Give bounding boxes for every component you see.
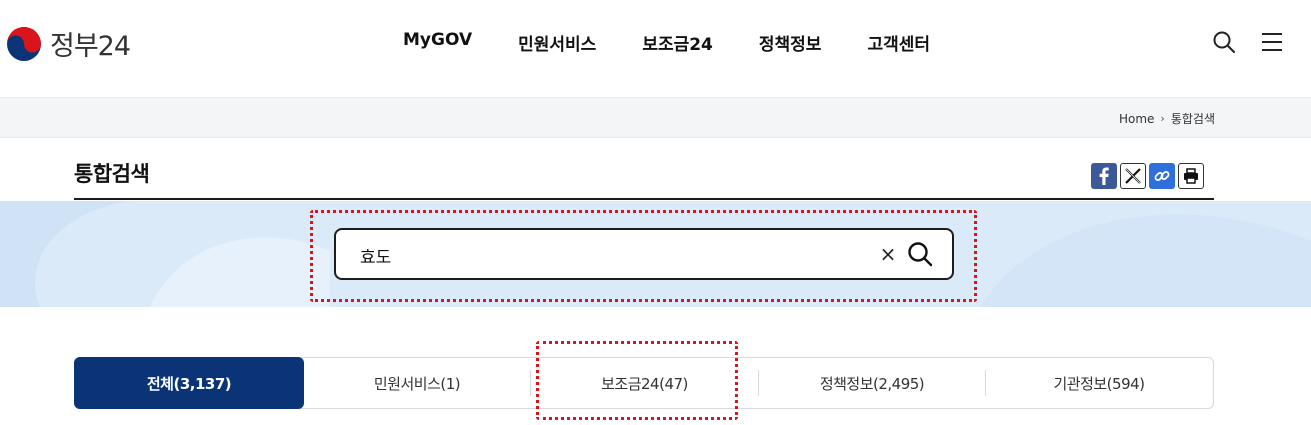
link-icon[interactable] [1149, 163, 1175, 189]
search-icon[interactable] [1212, 30, 1236, 54]
breadcrumb-bar: Home › 통합검색 [0, 97, 1311, 138]
taegeuk-logo-icon [7, 26, 41, 61]
site-header: 정부24 MyGOV 민원서비스 보조금24 정책정보 고객센터 [0, 0, 1311, 97]
tab-civil-service[interactable]: 민원서비스(1) [304, 358, 530, 408]
menu-icon[interactable] [1260, 30, 1284, 54]
share-buttons [1091, 163, 1204, 189]
logo-text: 정부24 [50, 31, 131, 62]
nav-item-civil-service[interactable]: 민원서비스 [495, 30, 619, 55]
search-highlight-annotation [310, 210, 977, 302]
page-title: 통합검색 [74, 162, 150, 186]
main-nav: MyGOV 민원서비스 보조금24 정책정보 고객센터 [380, 30, 953, 55]
chevron-right-icon: › [1160, 112, 1165, 125]
nav-item-policy-info[interactable]: 정책정보 [736, 30, 845, 55]
breadcrumb: Home › 통합검색 [1119, 110, 1215, 127]
breadcrumb-home[interactable]: Home [1119, 112, 1154, 126]
title-divider [74, 198, 1214, 200]
nav-item-customer-center[interactable]: 고객센터 [844, 30, 953, 55]
tab-all[interactable]: 전체(3,137) [74, 357, 304, 409]
nav-item-mygov[interactable]: MyGOV [380, 30, 495, 55]
x-icon[interactable] [1120, 163, 1146, 189]
tab-policy-info[interactable]: 정책정보(2,495) [759, 358, 985, 408]
tab-highlight-annotation [536, 341, 738, 420]
print-icon[interactable] [1178, 163, 1204, 189]
nav-item-subsidy24[interactable]: 보조금24 [619, 30, 736, 55]
breadcrumb-current: 통합검색 [1170, 112, 1215, 126]
facebook-icon[interactable] [1091, 163, 1117, 189]
tab-agency-info[interactable]: 기관정보(594) [986, 358, 1212, 408]
site-logo[interactable]: 정부24 [6, 24, 131, 63]
